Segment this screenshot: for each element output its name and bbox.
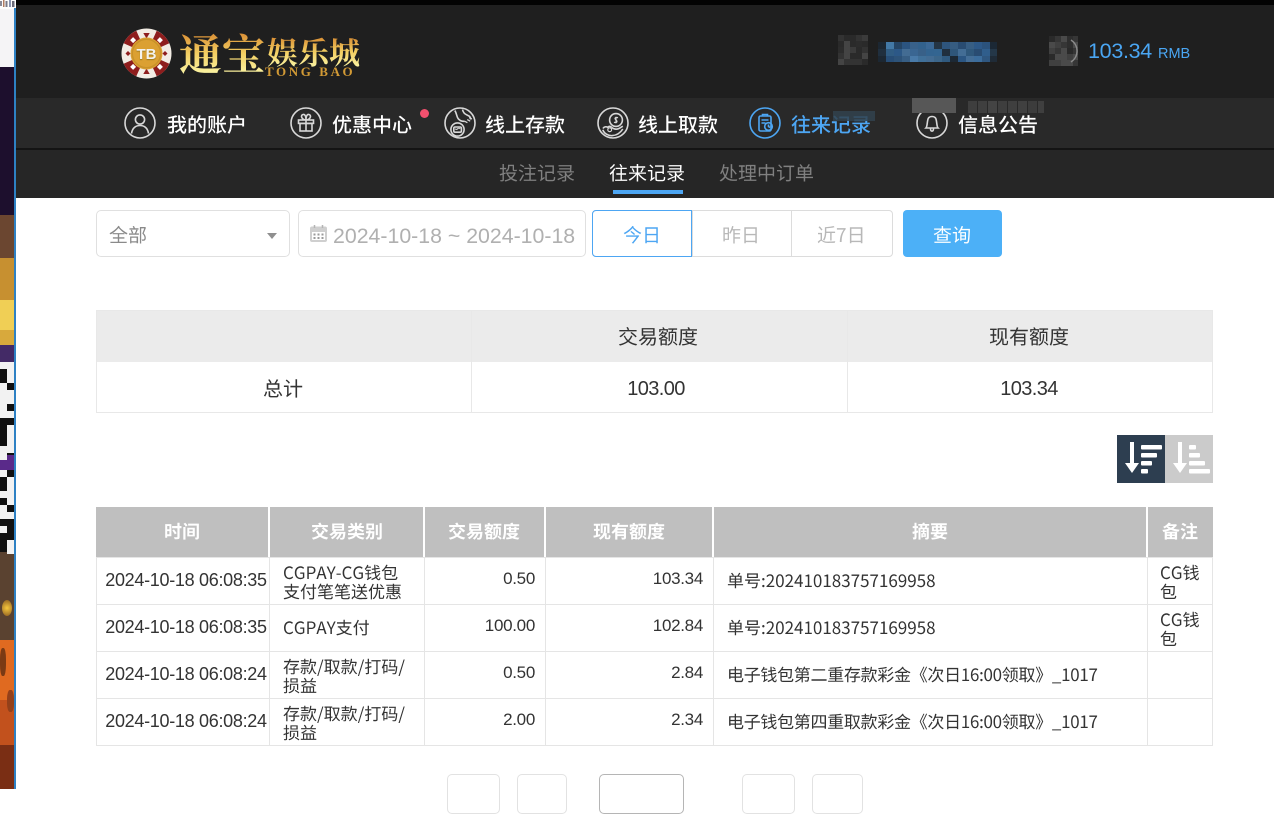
svg-text:TB: TB bbox=[137, 46, 157, 63]
svg-text:TONG BAO: TONG BAO bbox=[265, 64, 355, 79]
